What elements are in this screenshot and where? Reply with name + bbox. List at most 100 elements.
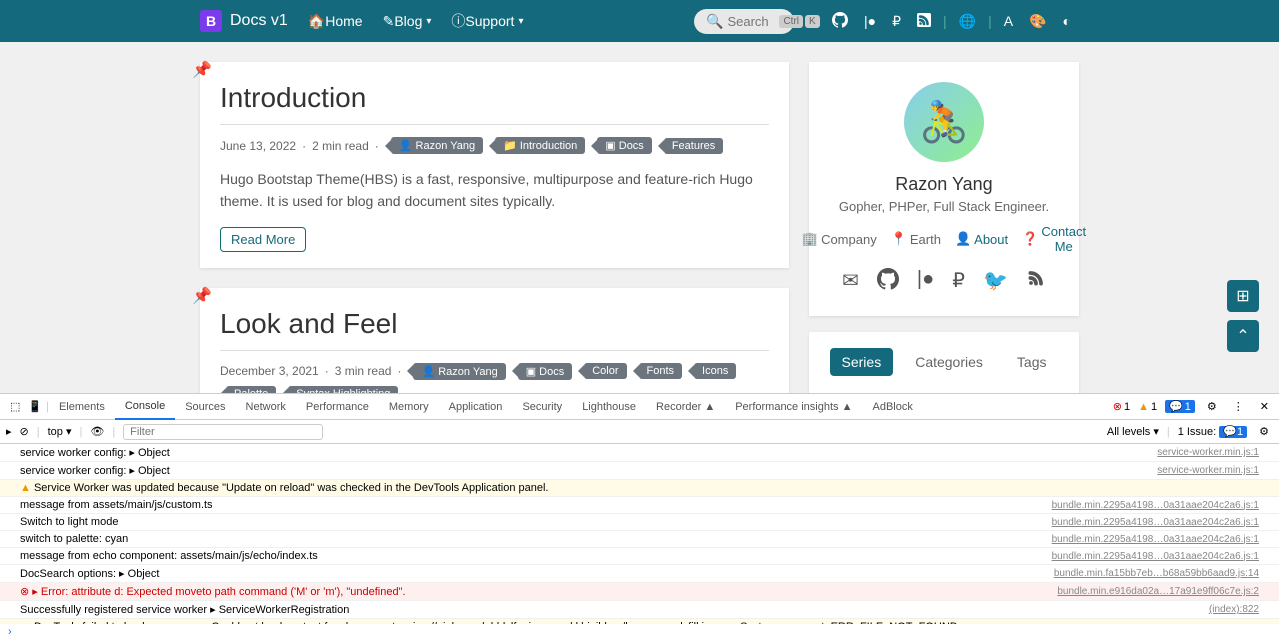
console-prompt[interactable]: › (0, 624, 1279, 640)
palette-icon[interactable]: 🎨 (1029, 13, 1046, 30)
source-link[interactable]: bundle.min.2295a4198…0a31aae204c2a6.js:1 (1052, 517, 1259, 528)
console-line[interactable]: ▲ Service Worker was updated because "Up… (0, 480, 1279, 497)
category-tag[interactable]: 📁 Introduction (495, 137, 585, 154)
console-line[interactable]: switch to palette: cyanbundle.min.2295a4… (0, 531, 1279, 548)
devtools-tab-network[interactable]: Network (236, 394, 296, 420)
chevron-down-icon: ▾ (518, 16, 523, 27)
topic-tag[interactable]: Icons (694, 363, 736, 379)
author-tag[interactable]: 👤 Razon Yang (391, 137, 483, 154)
nav-blog-label: Blog (394, 13, 422, 29)
console-line[interactable]: message from echo component: assets/main… (0, 548, 1279, 565)
device-icon[interactable]: 📱 (24, 400, 46, 413)
post-title[interactable]: Look and Feel (220, 308, 769, 351)
patreon-icon[interactable]: |● (917, 268, 934, 296)
source-link[interactable]: bundle.min.2295a4198…0a31aae204c2a6.js:1 (1052, 534, 1259, 545)
console-line[interactable]: ⊗ ▸ Error: attribute d: Expected moveto … (0, 583, 1279, 601)
console-line[interactable]: Successfully registered service worker ▸… (0, 601, 1279, 619)
settings-icon[interactable]: ⚙ (1255, 425, 1273, 438)
theme-icon[interactable]: ◐ (1063, 13, 1071, 29)
levels-selector[interactable]: All levels ▾ (1107, 425, 1159, 438)
source-link[interactable]: bundle.min.e916da02a…17a91e9ff06c7e.js:2 (1057, 586, 1259, 597)
devtools-tab-security[interactable]: Security (512, 394, 572, 420)
devtools-tab-performance[interactable]: Performance (296, 394, 379, 420)
topic-tag[interactable]: Fonts (639, 363, 683, 379)
brand[interactable]: Docs v1 (230, 12, 288, 30)
docs-tag[interactable]: ▣ Docs (597, 137, 652, 154)
console-line[interactable]: Switch to light modebundle.min.2295a4198… (0, 514, 1279, 531)
post-date: June 13, 2022 (220, 139, 296, 153)
source-link[interactable]: service-worker.min.js:1 (1157, 465, 1259, 476)
github-icon[interactable] (832, 12, 848, 31)
topic-tag[interactable]: Color (584, 363, 626, 379)
devtools-tab-elements[interactable]: Elements (49, 394, 115, 420)
nav-blog[interactable]: ✎ Blog ▾ (383, 13, 432, 30)
devtools-tab-application[interactable]: Application (439, 394, 513, 420)
eye-icon[interactable]: 👁 (90, 425, 104, 438)
console-line[interactable]: service worker config: ▸ Objectservice-w… (0, 462, 1279, 480)
docs-tag[interactable]: ▣ Docs (518, 363, 573, 380)
inspect-icon[interactable]: ⬚ (6, 400, 24, 413)
source-link[interactable]: bundle.min.2295a4198…0a31aae204c2a6.js:1 (1052, 500, 1259, 511)
nav-home-label: Home (325, 13, 362, 29)
avatar[interactable] (904, 82, 984, 162)
logo[interactable]: B (200, 10, 222, 32)
devtools-tab-performance-insights[interactable]: Performance insights ▲ (725, 394, 862, 420)
grid-button[interactable]: ⊞ (1227, 280, 1259, 312)
console-output: service worker config: ▸ Objectservice-w… (0, 444, 1279, 624)
search-input[interactable] (727, 14, 777, 29)
context-selector[interactable]: top ▾ (48, 425, 72, 438)
issues-link[interactable]: 1 Issue: 💬1 (1178, 425, 1247, 438)
devtools-tab-recorder[interactable]: Recorder ▲ (646, 394, 725, 420)
devtools-tab-adblock[interactable]: AdBlock (862, 394, 922, 420)
paypal-icon[interactable]: ₽ (892, 13, 901, 30)
close-icon[interactable]: ✕ (1256, 400, 1273, 413)
devtools-tabs: ⬚ 📱 | ElementsConsoleSourcesNetworkPerfo… (0, 394, 1279, 420)
source-link[interactable]: service-worker.min.js:1 (1157, 447, 1259, 458)
console-line[interactable]: DocSearch options: ▸ Objectbundle.min.fa… (0, 565, 1279, 583)
post-readtime: 2 min read (312, 139, 369, 153)
tab-tags[interactable]: Tags (1005, 348, 1059, 376)
more-icon[interactable]: ⋮ (1229, 400, 1248, 413)
source-link[interactable]: bundle.min.fa15bb7eb…b68a59bb6aad9.js:14 (1054, 568, 1259, 579)
nav-support[interactable]: ⓘ Support ▾ (451, 11, 523, 31)
search-box[interactable]: 🔍 Ctrl K (694, 9, 794, 34)
scroll-top-button[interactable]: ⌃ (1227, 320, 1259, 352)
devtools-tab-memory[interactable]: Memory (379, 394, 439, 420)
paypal-icon[interactable]: ₽ (952, 268, 965, 296)
location-link[interactable]: 📍Earth (891, 224, 941, 254)
tab-categories[interactable]: Categories (903, 348, 995, 376)
font-icon[interactable]: A (1004, 13, 1013, 29)
devtools-tab-console[interactable]: Console (115, 394, 175, 420)
company-link[interactable]: 🏢 Company (802, 224, 877, 254)
tab-series[interactable]: Series (830, 348, 894, 376)
source-link[interactable]: bundle.min.2295a4198…0a31aae204c2a6.js:1 (1052, 551, 1259, 562)
contact-link[interactable]: ❓Contact Me (1022, 224, 1086, 254)
email-icon[interactable]: ✉ (842, 268, 859, 296)
rss-icon[interactable] (1026, 268, 1046, 296)
clear-icon[interactable]: ⊘ (20, 425, 29, 438)
filter-input[interactable] (123, 424, 323, 440)
console-line[interactable]: service worker config: ▸ Objectservice-w… (0, 444, 1279, 462)
topic-tag[interactable]: Features (664, 138, 723, 154)
source-link[interactable]: (index):822 (1209, 604, 1259, 615)
console-line[interactable]: message from assets/main/js/custom.tsbun… (0, 497, 1279, 514)
settings-icon[interactable]: ⚙ (1203, 400, 1221, 413)
error-badge[interactable]: ⊗1 (1113, 400, 1130, 413)
post-title[interactable]: Introduction (220, 82, 769, 125)
github-icon[interactable] (877, 268, 899, 296)
msg-badge[interactable]: 💬1 (1165, 400, 1195, 413)
patreon-icon[interactable]: |● (864, 13, 876, 29)
read-more-button[interactable]: Read More (220, 227, 306, 252)
about-link[interactable]: 👤 About (955, 224, 1008, 254)
post-card: 📌 Introduction June 13, 2022 · 2 min rea… (200, 62, 789, 268)
author-tag[interactable]: 👤 Razon Yang (413, 363, 505, 380)
play-icon[interactable]: ▸ (6, 425, 12, 438)
nav-home[interactable]: 🏠 Home (308, 13, 363, 30)
devtools-tab-sources[interactable]: Sources (175, 394, 235, 420)
devtools-tab-lighthouse[interactable]: Lighthouse (572, 394, 646, 420)
globe-icon[interactable]: 🌐 (959, 13, 976, 30)
warn-badge[interactable]: ▲1 (1138, 401, 1157, 413)
twitter-icon[interactable]: 🐦 (983, 268, 1008, 296)
blog-icon: ✎ (383, 13, 395, 30)
rss-icon[interactable] (917, 13, 931, 30)
